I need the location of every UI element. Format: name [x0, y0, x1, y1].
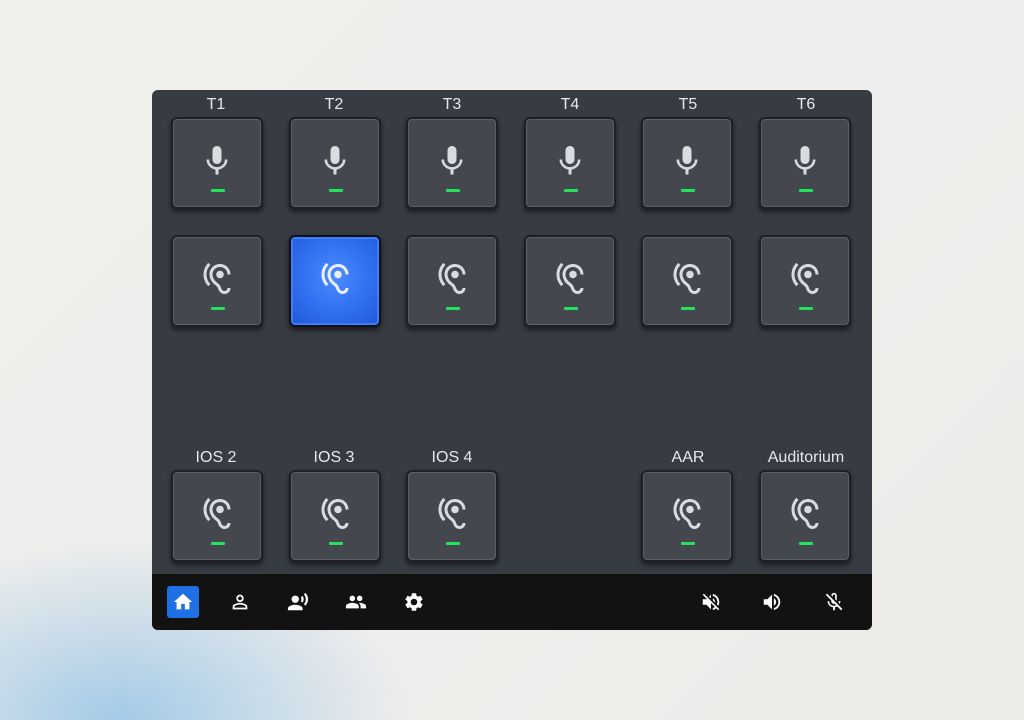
group-button[interactable]	[340, 586, 372, 618]
status-led	[564, 189, 578, 192]
person-button[interactable]	[224, 586, 256, 618]
listen-button-ios2[interactable]	[171, 470, 263, 562]
talk-button-t5[interactable]	[641, 117, 733, 209]
status-led	[329, 189, 343, 192]
status-led	[681, 189, 695, 192]
mic-off-button[interactable]	[818, 586, 850, 618]
speaker-volume-icon	[763, 593, 781, 611]
mic-off-icon	[825, 592, 843, 611]
tile-label-t3: T3	[442, 96, 462, 113]
tile-label-ios3: IOS 3	[313, 449, 355, 466]
status-led	[329, 542, 343, 545]
microphone-icon	[441, 146, 463, 175]
person-icon	[232, 594, 248, 610]
listen-button-t3[interactable]	[406, 235, 498, 327]
status-led	[211, 307, 225, 310]
status-led	[446, 542, 460, 545]
intercom-panel: T1 T2 T3 T4 T5 T6 IOS 2 IOS 3 IOS 4 AAR …	[152, 90, 872, 630]
ear-listen-icon	[556, 262, 584, 294]
tile-label-t6: T6	[796, 96, 816, 113]
listen-button-ios3[interactable]	[289, 470, 381, 562]
settings-button[interactable]	[398, 586, 430, 618]
status-led	[799, 542, 813, 545]
microphone-icon	[206, 146, 228, 175]
ear-listen-icon	[321, 262, 349, 294]
listen-button-aar[interactable]	[641, 470, 733, 562]
tile-label-t1: T1	[206, 96, 226, 113]
speaker-volume-button[interactable]	[756, 586, 788, 618]
ear-listen-icon	[673, 262, 701, 294]
listen-button-auditorium[interactable]	[759, 470, 851, 562]
talk-button-t4[interactable]	[524, 117, 616, 209]
listen-button-t2[interactable]	[289, 235, 381, 327]
microphone-icon	[676, 146, 698, 175]
microphone-icon	[794, 146, 816, 175]
speaker-mute-button[interactable]	[695, 586, 727, 618]
listen-button-t6[interactable]	[759, 235, 851, 327]
status-led	[681, 542, 695, 545]
status-led	[211, 542, 225, 545]
microphone-icon	[324, 146, 346, 175]
home-icon	[173, 593, 193, 610]
talk-button-t6[interactable]	[759, 117, 851, 209]
status-led	[681, 307, 695, 310]
tile-label-t5: T5	[678, 96, 698, 113]
ear-listen-icon	[438, 262, 466, 294]
ear-listen-icon	[673, 497, 701, 529]
listen-button-t5[interactable]	[641, 235, 733, 327]
speaker-person-button[interactable]	[282, 586, 314, 618]
microphone-icon	[559, 146, 581, 175]
status-led	[446, 307, 460, 310]
home-button[interactable]	[167, 586, 199, 618]
status-led	[799, 189, 813, 192]
ear-listen-icon	[438, 497, 466, 529]
status-led	[564, 307, 578, 310]
tile-label-t2: T2	[324, 96, 344, 113]
tile-label-auditorium: Auditorium	[767, 449, 845, 466]
listen-button-ios4[interactable]	[406, 470, 498, 562]
ear-listen-icon	[203, 497, 231, 529]
speaker-mute-icon	[702, 593, 720, 611]
listen-button-t4[interactable]	[524, 235, 616, 327]
talk-button-t2[interactable]	[289, 117, 381, 209]
gear-icon	[405, 593, 423, 611]
status-led	[446, 189, 460, 192]
listen-button-t1[interactable]	[171, 235, 263, 327]
tile-label-t4: T4	[560, 96, 580, 113]
status-led	[211, 189, 225, 192]
status-led	[799, 307, 813, 310]
ear-listen-icon	[321, 497, 349, 529]
group-icon	[345, 595, 367, 609]
talk-button-t1[interactable]	[171, 117, 263, 209]
bottom-toolbar	[152, 574, 872, 630]
speaker-person-icon	[287, 592, 309, 611]
ear-listen-icon	[791, 262, 819, 294]
tile-label-aar: AAR	[671, 449, 705, 466]
tile-label-ios2: IOS 2	[195, 449, 237, 466]
ear-listen-icon	[203, 262, 231, 294]
ear-listen-icon	[791, 497, 819, 529]
talk-button-t3[interactable]	[406, 117, 498, 209]
tile-label-ios4: IOS 4	[431, 449, 473, 466]
